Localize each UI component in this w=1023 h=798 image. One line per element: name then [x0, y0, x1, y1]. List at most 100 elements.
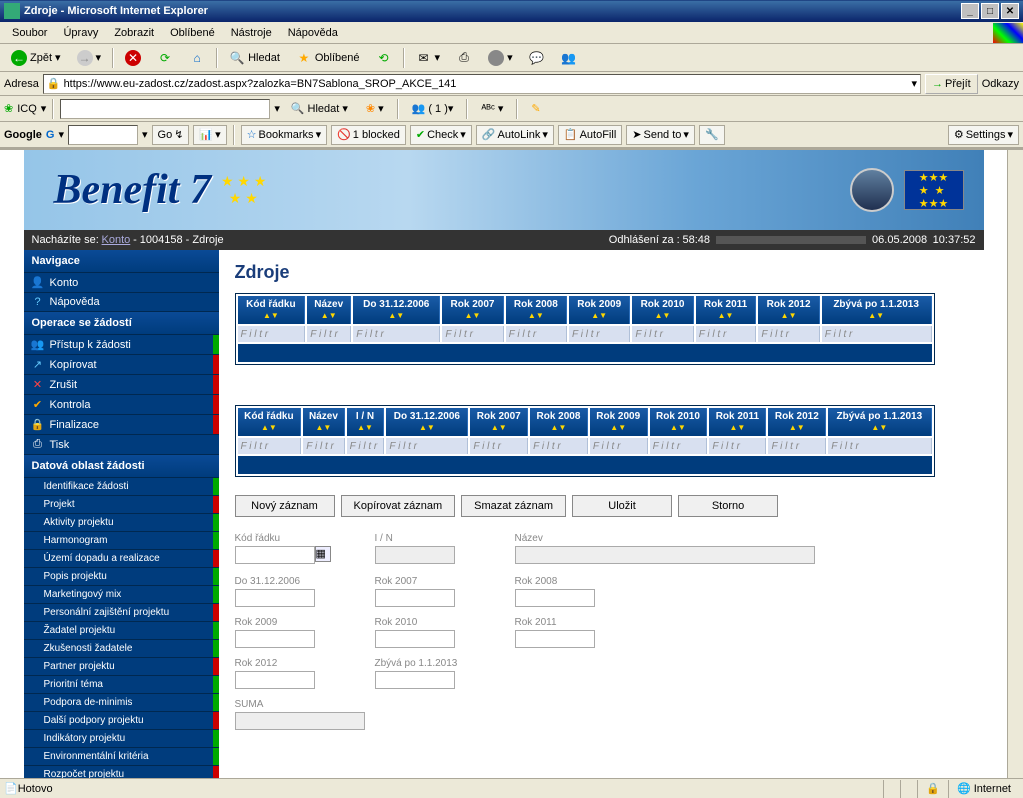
autofill-button[interactable]: 📋AutoFill	[558, 125, 622, 145]
column-header[interactable]: Kód řádku▲▼	[238, 408, 302, 436]
column-header[interactable]: Do 31.12.2006▲▼	[353, 296, 440, 324]
sidebar-item-data-7[interactable]: Personální zajištění projektu	[24, 604, 219, 622]
rok2007-input[interactable]	[375, 589, 455, 607]
column-header[interactable]: Rok 2012▲▼	[758, 296, 819, 324]
google-search-input[interactable]	[68, 125, 138, 145]
close-button[interactable]: ✕	[1001, 3, 1019, 19]
sidebar-item-zrusit[interactable]: ✕Zrušit	[24, 375, 219, 395]
sidebar-item-data-1[interactable]: Projekt	[24, 496, 219, 514]
sidebar-item-pristup[interactable]: 👥Přístup k žádosti	[24, 335, 219, 355]
suma-input[interactable]	[235, 712, 365, 730]
filter-cell[interactable]: F i l t r	[768, 438, 826, 454]
sidebar-item-finalizace[interactable]: 🔒Finalizace	[24, 415, 219, 435]
column-header[interactable]: Název▲▼	[303, 408, 344, 436]
sidebar-item-data-8[interactable]: Žadatel projektu	[24, 622, 219, 640]
rok2012-input[interactable]	[235, 671, 315, 689]
filter-cell[interactable]: F i l t r	[632, 326, 693, 342]
filter-cell[interactable]: F i l t r	[696, 326, 757, 342]
mail-button[interactable]: ✉▾	[409, 47, 448, 69]
filter-cell[interactable]: F i l t r	[758, 326, 819, 342]
column-header[interactable]: Rok 2009▲▼	[569, 296, 630, 324]
column-header[interactable]: Zbývá po 1.1.2013▲▼	[822, 296, 932, 324]
column-header[interactable]: Rok 2012▲▼	[768, 408, 826, 436]
zbyva-input[interactable]	[375, 671, 455, 689]
icq-search-button[interactable]: 🔍Hledat▾	[284, 98, 355, 120]
popup-blocked-button[interactable]: 🚫1 blocked	[331, 125, 406, 145]
vertical-scrollbar[interactable]	[1007, 150, 1023, 778]
google-pagerank-button[interactable]: 📊▾	[193, 125, 226, 145]
sidebar-item-data-16[interactable]: Rozpočet projektu	[24, 766, 219, 778]
filter-cell[interactable]: F i l t r	[386, 438, 468, 454]
filter-cell[interactable]: F i l t r	[303, 438, 344, 454]
menu-upravy[interactable]: Úpravy	[55, 25, 106, 41]
column-header[interactable]: Rok 2008▲▼	[530, 408, 588, 436]
sidebar-item-data-12[interactable]: Podpora de-minimis	[24, 694, 219, 712]
column-header[interactable]: Rok 2011▲▼	[696, 296, 757, 324]
sidebar-item-data-13[interactable]: Další podpory projektu	[24, 712, 219, 730]
column-header[interactable]: Název▲▼	[307, 296, 351, 324]
filter-cell[interactable]: F i l t r	[442, 326, 503, 342]
sidebar-item-data-14[interactable]: Indikátory projektu	[24, 730, 219, 748]
column-header[interactable]: Rok 2007▲▼	[442, 296, 503, 324]
print-button[interactable]: ⎙	[449, 47, 479, 69]
icq-flower-button[interactable]: ❀▾	[359, 98, 391, 120]
column-header[interactable]: Kód řádku▲▼	[238, 296, 306, 324]
stop-button[interactable]: ✕	[118, 47, 148, 69]
check-button[interactable]: ✔Check▾	[410, 125, 472, 145]
sidebar-item-kontrola[interactable]: ✔Kontrola	[24, 395, 219, 415]
filter-cell[interactable]: F i l t r	[470, 438, 528, 454]
column-header[interactable]: Zbývá po 1.1.2013▲▼	[828, 408, 931, 436]
column-header[interactable]: I / N▲▼	[347, 408, 385, 436]
column-header[interactable]: Rok 2010▲▼	[632, 296, 693, 324]
bookmarks-button[interactable]: ☆Bookmarks▾	[241, 125, 327, 145]
filter-cell[interactable]: F i l t r	[353, 326, 440, 342]
minimize-button[interactable]: _	[961, 3, 979, 19]
filter-cell[interactable]: F i l t r	[506, 326, 567, 342]
sidebar-item-data-15[interactable]: Environmentální kritéria	[24, 748, 219, 766]
sidebar-item-data-0[interactable]: Identifikace žádosti	[24, 478, 219, 496]
rok2009-input[interactable]	[235, 630, 315, 648]
sidebar-item-kopirovat[interactable]: ↗Kopírovat	[24, 355, 219, 375]
delete-record-button[interactable]: Smazat záznam	[461, 495, 566, 517]
do2006-input[interactable]	[235, 589, 315, 607]
sidebar-item-tisk[interactable]: ⎙Tisk	[24, 435, 219, 455]
rok2011-input[interactable]	[515, 630, 595, 648]
filter-cell[interactable]: F i l t r	[530, 438, 588, 454]
menu-zobrazit[interactable]: Zobrazit	[106, 25, 162, 41]
filter-cell[interactable]: F i l t r	[347, 438, 385, 454]
url-input[interactable]: 🔒 https://www.eu-zadost.cz/zadost.aspx?z…	[43, 74, 921, 94]
back-button[interactable]: ← Zpět ▾	[4, 47, 68, 69]
filter-cell[interactable]: F i l t r	[569, 326, 630, 342]
google-more-button[interactable]: 🔧	[699, 125, 725, 145]
discuss-button[interactable]: 💬	[522, 47, 552, 69]
column-header[interactable]: Rok 2010▲▼	[650, 408, 708, 436]
menu-oblibene[interactable]: Oblíbené	[162, 25, 223, 41]
lookup-button[interactable]: ▦	[315, 546, 331, 562]
column-header[interactable]: Rok 2007▲▼	[470, 408, 528, 436]
google-go-button[interactable]: Go↯	[152, 125, 190, 145]
save-button[interactable]: Uložit	[572, 495, 672, 517]
column-header[interactable]: Rok 2008▲▼	[506, 296, 567, 324]
sidebar-item-data-9[interactable]: Zkušenosti žadatele	[24, 640, 219, 658]
filter-cell[interactable]: F i l t r	[238, 438, 302, 454]
column-header[interactable]: Rok 2009▲▼	[590, 408, 648, 436]
filter-cell[interactable]: F i l t r	[307, 326, 351, 342]
search-button[interactable]: 🔍Hledat	[222, 47, 287, 69]
nazev-input[interactable]	[515, 546, 815, 564]
menu-soubor[interactable]: Soubor	[4, 25, 55, 41]
sendto-button[interactable]: ➤Send to▾	[626, 125, 695, 145]
sidebar-item-data-10[interactable]: Partner projektu	[24, 658, 219, 676]
column-header[interactable]: Do 31.12.2006▲▼	[386, 408, 468, 436]
sidebar-item-data-2[interactable]: Aktivity projektu	[24, 514, 219, 532]
go-button[interactable]: →Přejít	[925, 74, 978, 94]
sidebar-item-data-4[interactable]: Území dopadu a realizace	[24, 550, 219, 568]
autolink-button[interactable]: 🔗AutoLink▾	[476, 125, 554, 145]
refresh-button[interactable]: ⟳	[150, 47, 180, 69]
menu-napoveda[interactable]: Nápověda	[280, 25, 346, 41]
cancel-button[interactable]: Storno	[678, 495, 778, 517]
sidebar-item-help[interactable]: ?Nápověda	[24, 293, 219, 312]
filter-cell[interactable]: F i l t r	[650, 438, 708, 454]
settings-button[interactable]: ⚙Settings▾	[948, 125, 1019, 145]
chevron-down-icon[interactable]: ▾	[911, 77, 917, 90]
filter-cell[interactable]: F i l t r	[709, 438, 766, 454]
